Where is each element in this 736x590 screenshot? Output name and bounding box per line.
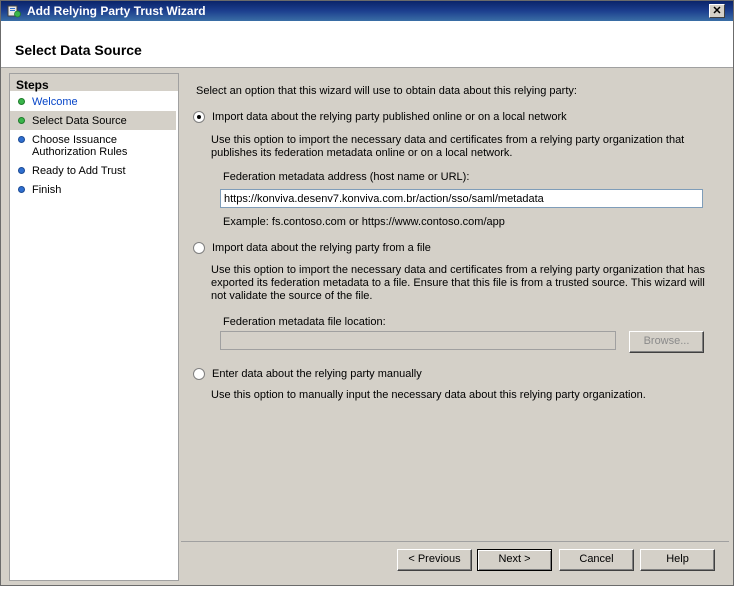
step-label: Welcome <box>32 96 78 108</box>
option-online-label[interactable]: Import data about the relying party publ… <box>212 111 567 123</box>
close-button[interactable]: ✕ <box>709 4 725 18</box>
step-pending-icon <box>18 186 25 193</box>
option-file-description: Use this option to import the necessary … <box>211 264 706 302</box>
steps-panel: Steps Welcome Select Data Source Choose … <box>9 73 179 581</box>
option-file-label[interactable]: Import data about the relying party from… <box>212 242 431 254</box>
radio-button[interactable] <box>193 242 205 254</box>
wizard-header: Select Data Source <box>1 21 733 68</box>
window-title: Add Relying Party Trust Wizard <box>27 4 206 18</box>
metadata-file-label: Federation metadata file location: <box>223 316 386 328</box>
step-welcome[interactable]: Welcome <box>10 92 178 111</box>
step-label: Finish <box>32 184 62 196</box>
step-ready-to-add-trust: Ready to Add Trust <box>10 161 178 180</box>
step-label: Ready to Add Trust <box>32 165 126 177</box>
metadata-address-example: Example: fs.contoso.com or https://www.c… <box>223 216 505 228</box>
wizard-window: Add Relying Party Trust Wizard ✕ Select … <box>0 0 734 586</box>
intro-text: Select an option that this wizard will u… <box>196 85 577 97</box>
metadata-address-input[interactable] <box>220 189 703 208</box>
step-label: Select Data Source <box>32 115 127 127</box>
previous-button[interactable]: < Previous <box>397 549 472 571</box>
page-title: Select Data Source <box>15 42 142 58</box>
relying-party-icon <box>7 5 21 18</box>
option-manual-label[interactable]: Enter data about the relying party manua… <box>212 368 422 380</box>
option-online-description: Use this option to import the necessary … <box>211 134 685 159</box>
browse-button[interactable]: Browse... <box>629 331 704 353</box>
radio-button[interactable] <box>193 368 205 380</box>
metadata-address-label: Federation metadata address (host name o… <box>223 171 470 183</box>
metadata-file-input[interactable] <box>220 331 616 350</box>
title-bar: Add Relying Party Trust Wizard ✕ <box>1 1 733 21</box>
close-icon: ✕ <box>712 5 722 17</box>
step-choose-issuance-authorization-rules: Choose Issuance Authorization Rules <box>10 130 142 161</box>
next-button[interactable]: Next > <box>477 549 552 571</box>
help-button[interactable]: Help <box>640 549 715 571</box>
wizard-footer: < Previous Next > Cancel Help <box>181 541 729 582</box>
radio-button-selected[interactable] <box>193 111 205 123</box>
steps-heading: Steps <box>10 74 178 92</box>
option-manual-description: Use this option to manually input the ne… <box>211 389 646 401</box>
step-select-data-source: Select Data Source <box>10 111 176 130</box>
step-complete-icon <box>18 98 25 105</box>
cancel-button[interactable]: Cancel <box>559 549 634 571</box>
step-pending-icon <box>18 136 25 143</box>
step-current-icon <box>18 117 25 124</box>
content-panel: Select an option that this wizard will u… <box>181 73 729 541</box>
step-finish: Finish <box>10 180 178 199</box>
step-label: Choose Issuance Authorization Rules <box>32 134 128 158</box>
step-pending-icon <box>18 167 25 174</box>
